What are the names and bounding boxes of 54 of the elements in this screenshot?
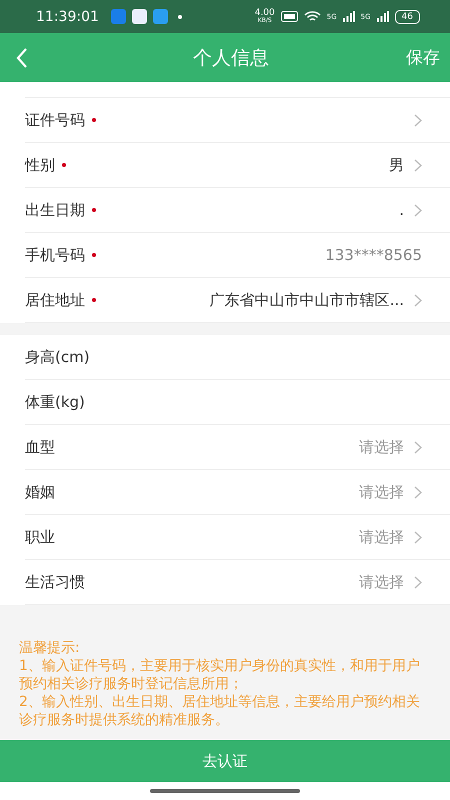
form-row[interactable]: 职业 请选择 <box>25 515 450 560</box>
chevron-right-icon <box>414 158 422 172</box>
form-row[interactable]: 体重(kg) <box>25 380 450 425</box>
form-row[interactable]: 性别 男 <box>25 143 450 188</box>
page-title: 个人信息 <box>193 46 269 70</box>
chevron-left-icon <box>16 48 28 68</box>
notification-dot <box>178 14 182 18</box>
form-row[interactable]: 血型 请选择 <box>25 425 450 470</box>
field-placeholder: 请选择 <box>359 438 404 456</box>
form-row[interactable]: 婚姻 请选择 <box>25 470 450 515</box>
field-label: 居住地址 <box>25 290 85 310</box>
form-row[interactable]: 证件号码 <box>25 98 450 143</box>
field-value: 男 <box>389 156 404 174</box>
field-label: 婚姻 <box>25 482 55 502</box>
field-placeholder: 请选择 <box>359 572 404 592</box>
field-placeholder: 请选择 <box>359 482 404 502</box>
wifi-icon <box>304 10 321 22</box>
notice-title: 温馨提示: <box>19 639 81 657</box>
app-icon <box>132 9 147 24</box>
battery-level: 46 <box>394 10 420 24</box>
field-label: 血型 <box>25 438 55 456</box>
field-label: 职业 <box>25 528 55 546</box>
signal-icon <box>376 11 389 22</box>
field-label: 生活习惯 <box>25 572 85 592</box>
field-label: 性别 <box>25 156 55 174</box>
chevron-right-icon <box>414 530 422 544</box>
chevron-right-icon <box>414 440 422 454</box>
field-value: 133****8565 <box>325 246 422 264</box>
field-label: 身高(cm) <box>25 348 90 366</box>
hd-icon <box>280 11 298 22</box>
signal-icon <box>342 11 355 22</box>
chevron-right-icon <box>414 294 422 306</box>
notice-text: 2、输入性别、出生日期、居住地址等信息，主要给用户预约相关诊疗服务时提供系统的精准服务。 <box>19 693 420 729</box>
app-icon <box>110 9 126 24</box>
network-speed: 4.00 <box>254 9 275 18</box>
field-label: 出生日期 <box>25 200 85 220</box>
form-row[interactable]: 居住地址 广东省中山市中山市市辖区... <box>25 278 450 323</box>
app-icon <box>152 9 168 24</box>
field-label: 手机号码 <box>25 246 85 264</box>
form-row[interactable]: 出生日期 . <box>25 188 450 233</box>
form-row[interactable]: 手机号码 133****8565 <box>25 233 450 278</box>
chevron-right-icon <box>414 486 422 498</box>
field-value: . <box>399 201 404 219</box>
status-time: 11:39:01 <box>36 8 99 24</box>
field-placeholder: 请选择 <box>359 528 404 546</box>
form-row[interactable]: 生活习惯 请选择 <box>25 560 450 605</box>
field-value: 广东省中山市中山市市辖区... <box>210 290 404 310</box>
notice-text: 1、输入证件号码，主要用于核实用户身份的真实性，和用于用户预约相关诊疗服务时登记信息所用； <box>19 657 420 693</box>
field-label: 体重(kg) <box>25 392 85 412</box>
chevron-right-icon <box>414 576 422 588</box>
chevron-right-icon <box>414 204 422 216</box>
field-label: 证件号码 <box>25 110 85 130</box>
chevron-right-icon <box>414 114 422 126</box>
form-row[interactable]: 身高(cm) <box>25 335 450 380</box>
